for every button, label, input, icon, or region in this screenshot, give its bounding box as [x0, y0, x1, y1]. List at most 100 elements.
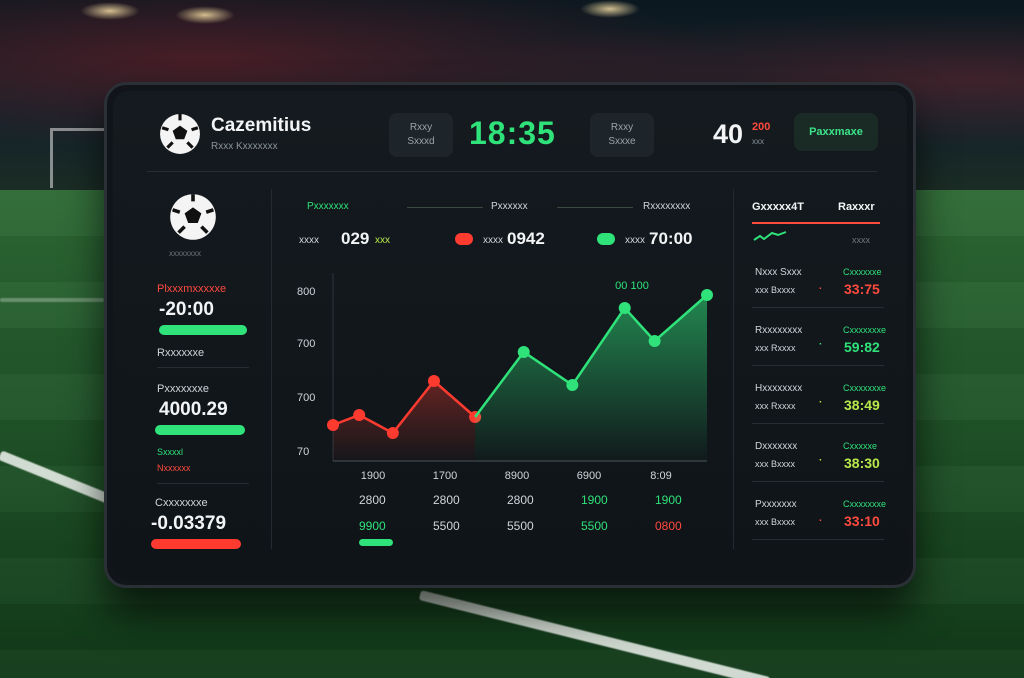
right-row-value: 59:82 — [844, 339, 880, 355]
header-action-button[interactable]: Paxxmaxe — [794, 113, 878, 151]
header-box-left-label: Rxxy Sxxxd — [407, 122, 435, 147]
right-row-tick: . — [819, 513, 822, 524]
chart-row-value: 0800 — [655, 519, 682, 533]
right-row-tick: · — [819, 455, 823, 466]
left-item-bar — [151, 539, 241, 549]
y-tick-label: 800 — [297, 286, 315, 298]
x-tick-label: 8:09 — [650, 470, 671, 482]
left-divider — [157, 483, 249, 484]
right-head-right[interactable]: Raxxxr — [838, 201, 875, 213]
right-row-title: Hxxxxxxxx — [755, 383, 803, 394]
stat-label: xxxx — [483, 235, 503, 246]
left-item-value: -20:00 — [159, 299, 214, 320]
data-point — [648, 335, 661, 347]
left-panel-divider — [271, 189, 272, 549]
score-red-value: 200 — [752, 121, 771, 133]
chart-row-value: 2800 — [359, 493, 386, 507]
right-row-meta: xxx Rxxxx — [755, 343, 796, 353]
app-title: Cazemitius — [211, 115, 312, 136]
x-tick-label: 1900 — [361, 470, 385, 482]
y-tick-label: 700 — [297, 338, 315, 350]
right-row-title: Dxxxxxxx — [755, 441, 798, 452]
stat-value: 70:00 — [649, 229, 693, 248]
right-row-divider — [752, 423, 884, 424]
right-row-meta: xxx Bxxxx — [755, 459, 796, 469]
right-sub: xxxx — [852, 235, 870, 245]
header-box-left[interactable]: Rxxy Sxxxd — [389, 113, 453, 157]
score-red-sub: xxx — [752, 137, 764, 146]
right-row-divider — [752, 539, 884, 540]
data-point — [566, 379, 579, 391]
right-row-divider — [752, 307, 884, 308]
legend-item: Rxxxxxxxx — [643, 201, 691, 212]
series-area — [333, 381, 476, 461]
right-row-title: Pxxxxxxx — [755, 499, 797, 510]
right-row-divider — [752, 481, 884, 482]
stat-dot-green — [597, 233, 615, 245]
left-item-bar — [155, 425, 245, 435]
right-row-meta: xxx Rxxxx — [755, 401, 796, 411]
stat-value: 0942 — [507, 229, 545, 248]
ball-label: xxxxxxxx — [169, 249, 201, 258]
chart-row-value: 5500 — [507, 519, 534, 533]
chart-row-value: 2800 — [433, 493, 460, 507]
left-item-bar — [159, 325, 247, 335]
soccer-ball-icon — [160, 114, 200, 154]
legend-line — [557, 207, 633, 208]
series-area — [475, 295, 707, 461]
legend-item: Pxxxxxx — [491, 201, 528, 212]
right-row-tick: . — [819, 281, 822, 292]
score-value: 40 — [713, 119, 744, 149]
match-clock: 18:35 — [469, 115, 556, 151]
left-item-label: Rxxxxxxe — [157, 347, 205, 359]
left-item-label: Plxxxmxxxxxe — [157, 283, 227, 295]
left-item-label: Nxxxxxx — [157, 463, 191, 473]
line-chart: 80070070070019001700890069008:0900 100 — [297, 273, 713, 482]
x-tick-label: 6900 — [577, 470, 601, 482]
floodlight — [580, 0, 640, 18]
right-row-label: Cxxxxxxxe — [843, 325, 887, 335]
stat-label: xxxx — [299, 235, 319, 246]
right-row-tick: · — [819, 397, 823, 408]
left-item-value: -0.03379 — [151, 513, 227, 534]
right-row-value: 33:10 — [844, 513, 880, 529]
stat-label: xxxx — [625, 235, 645, 246]
header-box-right-label: Rxxy Sxxxe — [608, 122, 636, 147]
x-tick-label: 8900 — [505, 470, 529, 482]
stat-dot-red — [455, 233, 473, 245]
right-row-label: Cxxxxxxe — [843, 267, 882, 277]
floodlight — [80, 2, 140, 20]
header-divider — [147, 171, 877, 172]
data-point — [517, 346, 530, 358]
left-item-label: Sxxxxl — [157, 447, 184, 457]
stat-small: xxx — [375, 235, 390, 246]
left-item-label: Cxxxxxxxe — [155, 497, 208, 509]
chart-row-value: 5500 — [581, 519, 608, 533]
left-item-label: Pxxxxxxxe — [157, 383, 209, 395]
right-row-label: Cxxxxxe — [843, 441, 878, 451]
x-tick-label: 1700 — [433, 470, 457, 482]
trend-icon — [753, 231, 787, 241]
chart-row-value: 9900 — [359, 519, 386, 533]
chart-row-value: 5500 — [433, 519, 460, 533]
right-row-title: Rxxxxxxxx — [755, 325, 803, 336]
right-row-value: 33:75 — [844, 281, 880, 297]
data-point — [327, 419, 339, 431]
y-tick-label: 70 — [297, 446, 309, 458]
pitch-line — [0, 298, 104, 302]
data-point — [701, 289, 713, 301]
chart-row-value: 2800 — [507, 493, 534, 507]
legend-line — [407, 207, 483, 208]
data-point — [386, 427, 399, 439]
right-row-meta: xxx Bxxxx — [755, 517, 796, 527]
app-subtitle: Rxxx Kxxxxxxx — [211, 141, 278, 152]
right-row-divider — [752, 365, 884, 366]
y-tick-label: 700 — [297, 392, 315, 404]
chart-row-value: 1900 — [655, 493, 682, 507]
chart-row-value: 1900 — [581, 493, 608, 507]
data-point — [618, 302, 631, 314]
header-box-right[interactable]: Rxxy Sxxxe — [590, 113, 654, 157]
right-row-value: 38:49 — [844, 397, 880, 413]
right-head-left[interactable]: Gxxxxx4T — [752, 201, 804, 213]
right-row-value: 38:30 — [844, 455, 880, 471]
